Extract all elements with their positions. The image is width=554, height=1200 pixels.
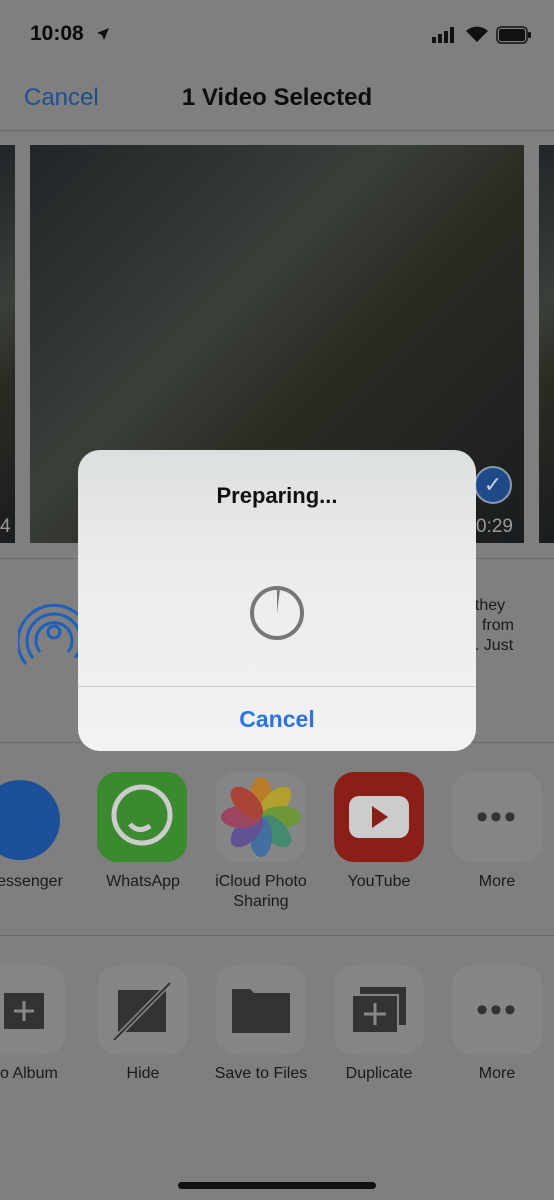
battery-icon [496, 26, 531, 44]
alert-title: Preparing... [216, 483, 338, 508]
divider [0, 935, 554, 936]
add-to-album-icon[interactable] [0, 965, 65, 1055]
preparing-alert: Preparing... Cancel [78, 450, 476, 751]
action-label: Hide [126, 1065, 160, 1082]
location-arrow-icon [97, 28, 109, 40]
photos-icon[interactable] [216, 772, 306, 862]
status-time: 10:08 [30, 22, 84, 45]
alert-cancel-button[interactable]: Cancel [78, 706, 476, 733]
airdrop-icon[interactable] [18, 596, 80, 668]
whatsapp-icon[interactable] [97, 772, 187, 862]
youtube-icon[interactable] [334, 772, 424, 862]
more-icon[interactable]: ••• [452, 965, 542, 1055]
action-label: Save to Files [214, 1065, 308, 1082]
video-thumbnail-right[interactable] [539, 145, 554, 543]
wifi-icon [466, 26, 488, 42]
folder-icon[interactable] [216, 965, 306, 1055]
app-label: More [478, 873, 516, 890]
action-label: Duplicate [345, 1065, 413, 1082]
action-label: More [478, 1065, 516, 1082]
app-label: essenger [0, 873, 63, 890]
action-label: d to Album [0, 1065, 58, 1082]
left-duration: 4 [0, 516, 11, 537]
divider [78, 686, 476, 687]
progress-spinner-icon [250, 586, 304, 640]
signal-icon [432, 27, 454, 43]
more-icon[interactable]: ••• [452, 772, 542, 862]
selected-duration: 0:29 [476, 516, 513, 537]
nav-cancel-button[interactable]: Cancel [24, 84, 99, 112]
app-label: YouTube [347, 873, 411, 890]
app-label: WhatsApp [106, 873, 180, 890]
hide-icon[interactable] [98, 965, 188, 1055]
messenger-icon[interactable] [0, 780, 60, 860]
divider [0, 130, 554, 131]
video-thumbnail-left[interactable] [0, 145, 15, 543]
app-label: iCloud Photo Sharing [215, 873, 307, 910]
home-indicator[interactable] [178, 1182, 376, 1189]
duplicate-icon[interactable] [334, 965, 424, 1055]
selected-check-icon[interactable]: ✓ [474, 466, 512, 504]
